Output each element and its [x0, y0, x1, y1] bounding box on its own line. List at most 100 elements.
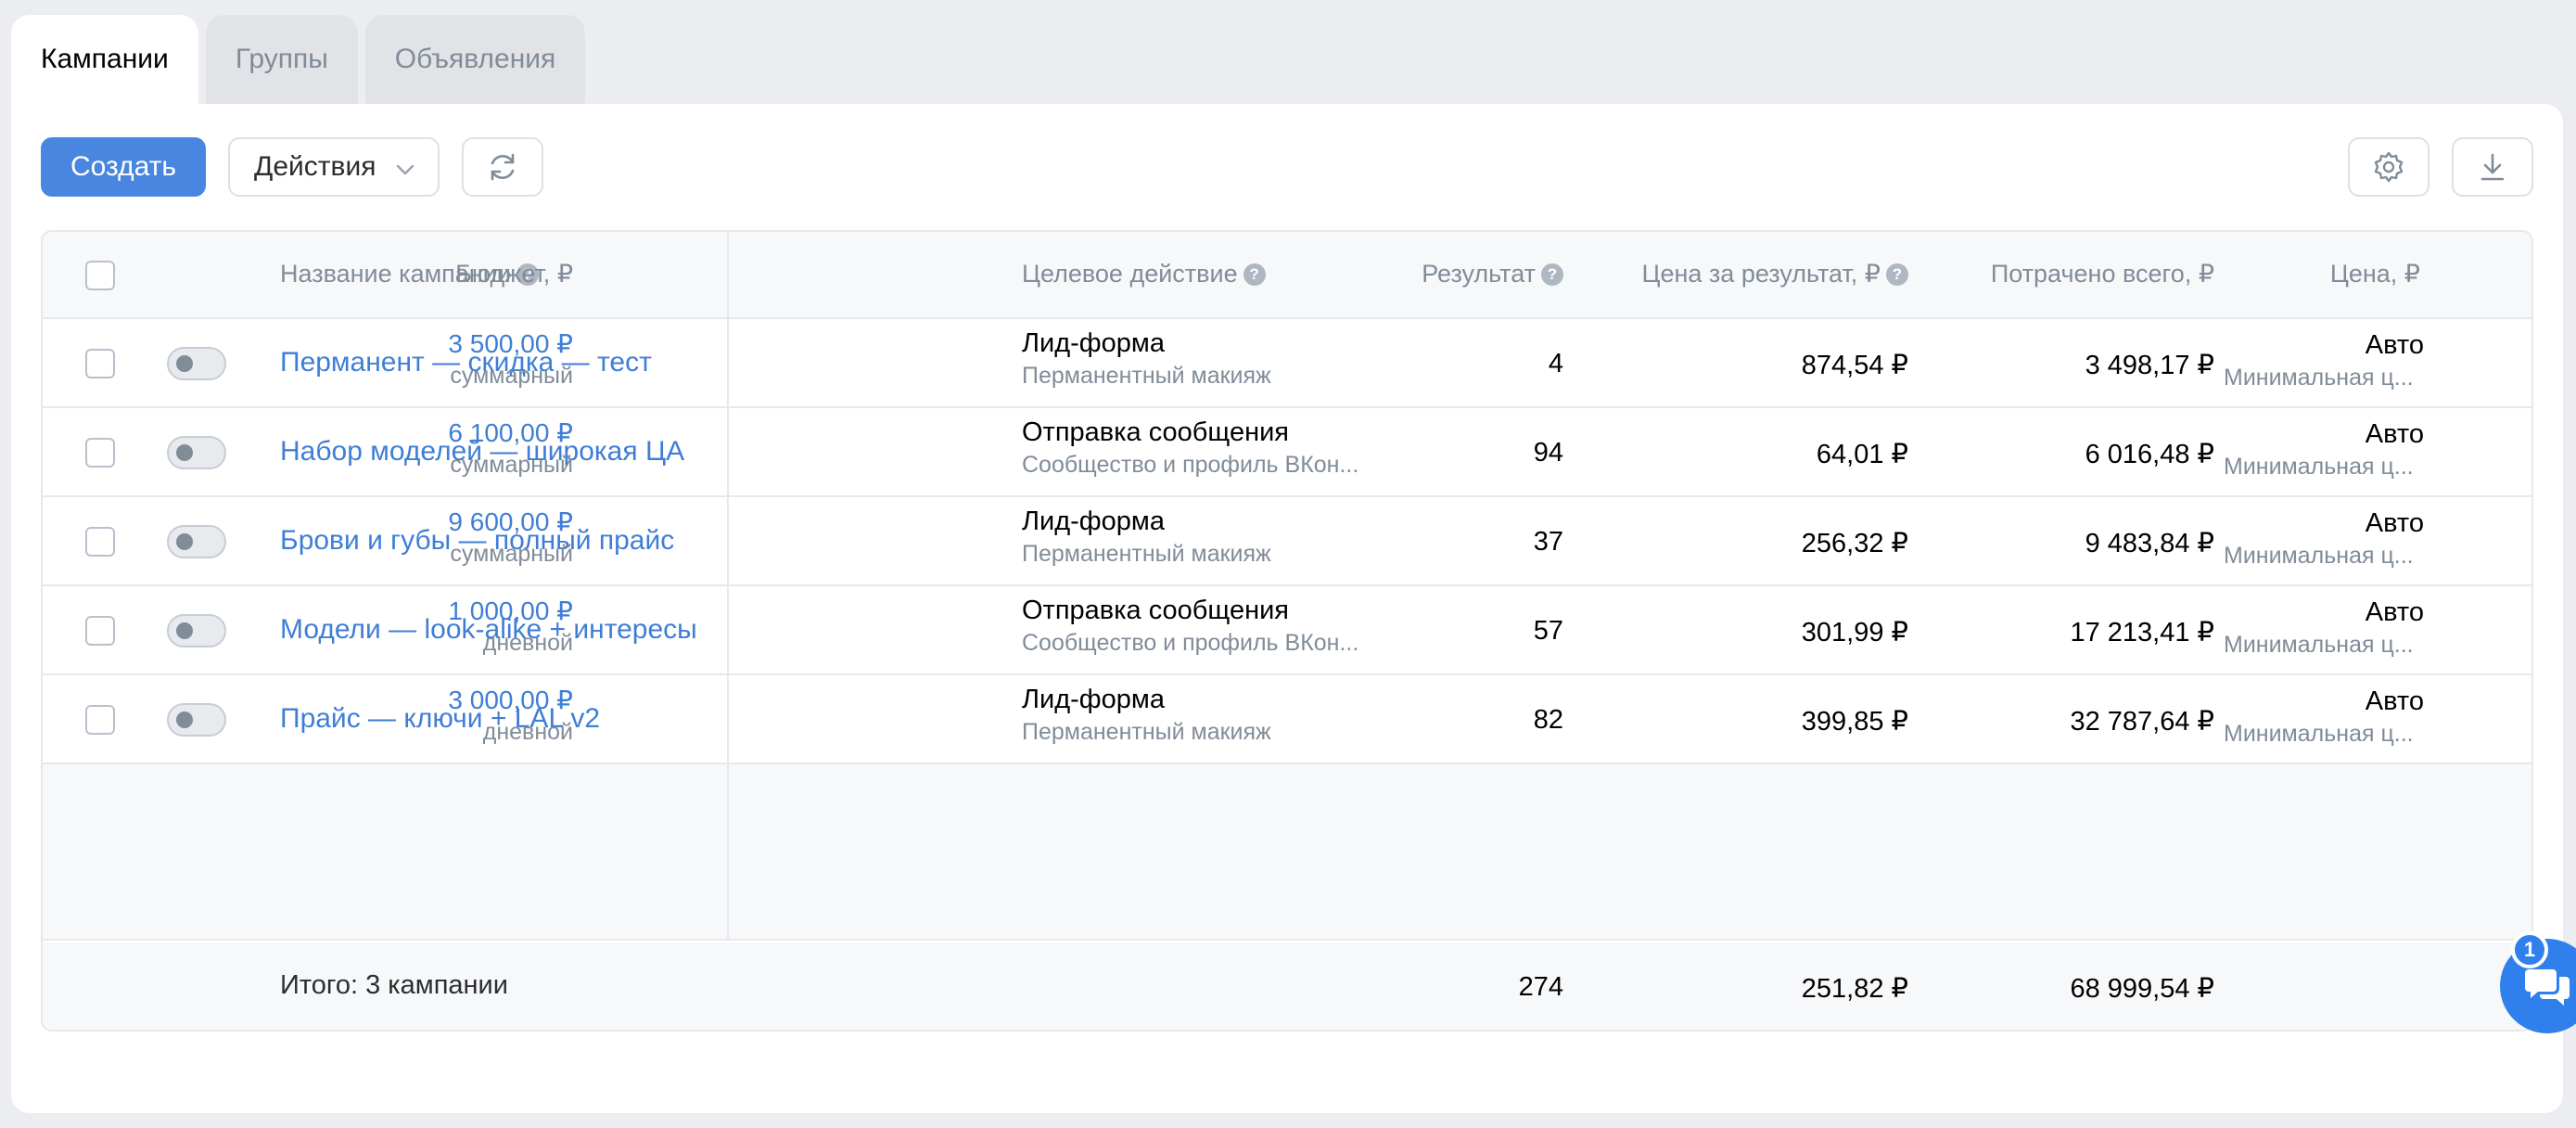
row-checkbox[interactable]: [85, 349, 115, 378]
row-checkbox[interactable]: [85, 616, 115, 646]
result-value: 57: [1533, 616, 1563, 646]
header-price[interactable]: Цена, ₽: [2330, 260, 2420, 288]
price-cell: Авто Минимальная ц...: [2224, 408, 2424, 481]
tab-bar: Кампании Группы Объявления: [11, 15, 586, 104]
price-cell: Авто Минимальная ц...: [2224, 675, 2424, 748]
help-icon[interactable]: ?: [1541, 263, 1563, 286]
price-sub: Минимальная ц...: [2224, 454, 2414, 480]
header-spent[interactable]: Потрачено всего, ₽: [1991, 260, 2214, 288]
cost-per-result-value: 301,99 ₽: [1801, 618, 1908, 647]
campaign-toggle[interactable]: [167, 525, 226, 558]
refresh-button[interactable]: [462, 137, 543, 197]
target-sub: Перманентный макияж: [1022, 363, 1271, 389]
target-action: Отправка сообщения: [1022, 596, 1289, 625]
actions-label: Действия: [254, 151, 376, 182]
header-budget[interactable]: Бюджет, ₽: [455, 260, 573, 288]
budget-cell: 1 000,00 ₽ дневной: [448, 586, 573, 657]
target-cell: Лид-форма Перманентный макияж: [1022, 675, 1365, 746]
result-value: 82: [1533, 705, 1563, 735]
help-icon[interactable]: ?: [1243, 263, 1266, 286]
budget-type: дневной: [482, 719, 573, 745]
campaigns-panel: Создать Действия Название кампании ? Бюд…: [11, 104, 2563, 1113]
row-checkbox[interactable]: [85, 527, 115, 557]
budget-value[interactable]: 3 500,00 ₽: [448, 328, 573, 359]
price-value: Авто: [2365, 419, 2424, 449]
target-action: Лид-форма: [1022, 685, 1165, 714]
price-value: Авто: [2365, 597, 2424, 627]
price-cell: Авто Минимальная ц...: [2224, 319, 2424, 391]
target-action: Лид-форма: [1022, 506, 1165, 536]
select-all-checkbox[interactable]: [85, 261, 115, 290]
target-sub: Сообщество и профиль ВКон...: [1022, 452, 1359, 478]
total-label: Итого: 3 кампании: [280, 970, 508, 1000]
budget-value[interactable]: 3 000,00 ₽: [448, 685, 573, 715]
total-spent: 68 999,54 ₽: [2070, 974, 2214, 1004]
table-row[interactable]: Модели — look-alike + интересы 1 000,00 …: [43, 586, 2531, 675]
price-sub: Минимальная ц...: [2224, 365, 2414, 391]
price-sub: Минимальная ц...: [2224, 543, 2414, 569]
table-row[interactable]: Прайс — ключи + LAL v2 3 000,00 ₽ дневно…: [43, 675, 2531, 764]
target-sub: Сообщество и профиль ВКон...: [1022, 630, 1359, 656]
campaigns-table: Название кампании ? Бюджет, ₽ Целевое де…: [41, 230, 2533, 1032]
budget-type: суммарный: [450, 541, 573, 567]
campaign-toggle[interactable]: [167, 703, 226, 737]
create-button[interactable]: Создать: [41, 137, 206, 197]
price-value: Авто: [2365, 330, 2424, 360]
column-divider[interactable]: [727, 232, 729, 941]
target-action: Лид-форма: [1022, 328, 1165, 358]
actions-dropdown[interactable]: Действия: [228, 137, 440, 197]
cost-per-result-value: 874,54 ₽: [1801, 351, 1908, 380]
campaign-toggle[interactable]: [167, 347, 226, 380]
header-result[interactable]: Результат ?: [1422, 260, 1563, 288]
budget-value[interactable]: 1 000,00 ₽: [448, 596, 573, 626]
total-result: 274: [1518, 972, 1563, 1002]
settings-button[interactable]: [2348, 137, 2429, 197]
budget-value[interactable]: 6 100,00 ₽: [448, 417, 573, 448]
budget-cell: 3 500,00 ₽ суммарный: [448, 319, 573, 390]
gear-icon: [2374, 151, 2404, 183]
budget-type: дневной: [482, 630, 573, 656]
table-row[interactable]: Набор моделей — широкая ЦА 6 100,00 ₽ су…: [43, 408, 2531, 497]
spent-value: 3 498,17 ₽: [2085, 351, 2214, 380]
total-cost-per-result: 251,82 ₽: [1801, 974, 1908, 1004]
tab-campaigns[interactable]: Кампании: [11, 15, 198, 104]
price-cell: Авто Минимальная ц...: [2224, 497, 2424, 570]
spent-value: 9 483,84 ₽: [2085, 529, 2214, 558]
cost-per-result-value: 256,32 ₽: [1801, 529, 1908, 558]
result-value: 4: [1548, 349, 1563, 378]
target-sub: Перманентный макияж: [1022, 719, 1271, 745]
help-icon[interactable]: ?: [1886, 263, 1908, 286]
tab-ads[interactable]: Объявления: [364, 15, 586, 104]
budget-cell: 6 100,00 ₽ суммарный: [448, 408, 573, 479]
target-cell: Лид-форма Перманентный макияж: [1022, 497, 1365, 568]
header-target[interactable]: Целевое действие ?: [1022, 260, 1266, 288]
table-footer: Итого: 3 кампании 274 251,82 ₽ 68 999,54…: [43, 942, 2531, 1030]
target-sub: Перманентный макияж: [1022, 541, 1271, 567]
spent-value: 32 787,64 ₽: [2070, 707, 2214, 737]
price-cell: Авто Минимальная ц...: [2224, 586, 2424, 659]
chat-unread-badge: 1: [2511, 931, 2548, 968]
spent-value: 17 213,41 ₽: [2070, 618, 2214, 647]
cost-per-result-value: 64,01 ₽: [1816, 440, 1908, 469]
budget-cell: 3 000,00 ₽ дневной: [448, 675, 573, 746]
target-cell: Отправка сообщения Сообщество и профиль …: [1022, 408, 1365, 479]
download-icon: [2480, 153, 2505, 181]
target-action: Отправка сообщения: [1022, 417, 1289, 447]
campaign-toggle[interactable]: [167, 614, 226, 647]
spent-value: 6 016,48 ₽: [2085, 440, 2214, 469]
row-checkbox[interactable]: [85, 705, 115, 735]
campaign-toggle[interactable]: [167, 436, 226, 469]
table-header: Название кампании ? Бюджет, ₽ Целевое де…: [43, 232, 2531, 319]
budget-cell: 9 600,00 ₽ суммарный: [448, 497, 573, 568]
table-row[interactable]: Брови и губы — полный прайс 9 600,00 ₽ с…: [43, 497, 2531, 586]
row-checkbox[interactable]: [85, 438, 115, 468]
header-cost-per-result[interactable]: Цена за результат, ₽ ?: [1642, 260, 1908, 288]
table-row[interactable]: Перманент — скидка — тест 3 500,00 ₽ сум…: [43, 319, 2531, 408]
tab-groups[interactable]: Группы: [205, 15, 358, 104]
target-cell: Лид-форма Перманентный макияж: [1022, 319, 1365, 390]
download-button[interactable]: [2452, 137, 2533, 197]
price-value: Авто: [2365, 508, 2424, 538]
result-value: 37: [1533, 527, 1563, 557]
target-cell: Отправка сообщения Сообщество и профиль …: [1022, 586, 1365, 657]
budget-value[interactable]: 9 600,00 ₽: [448, 506, 573, 537]
